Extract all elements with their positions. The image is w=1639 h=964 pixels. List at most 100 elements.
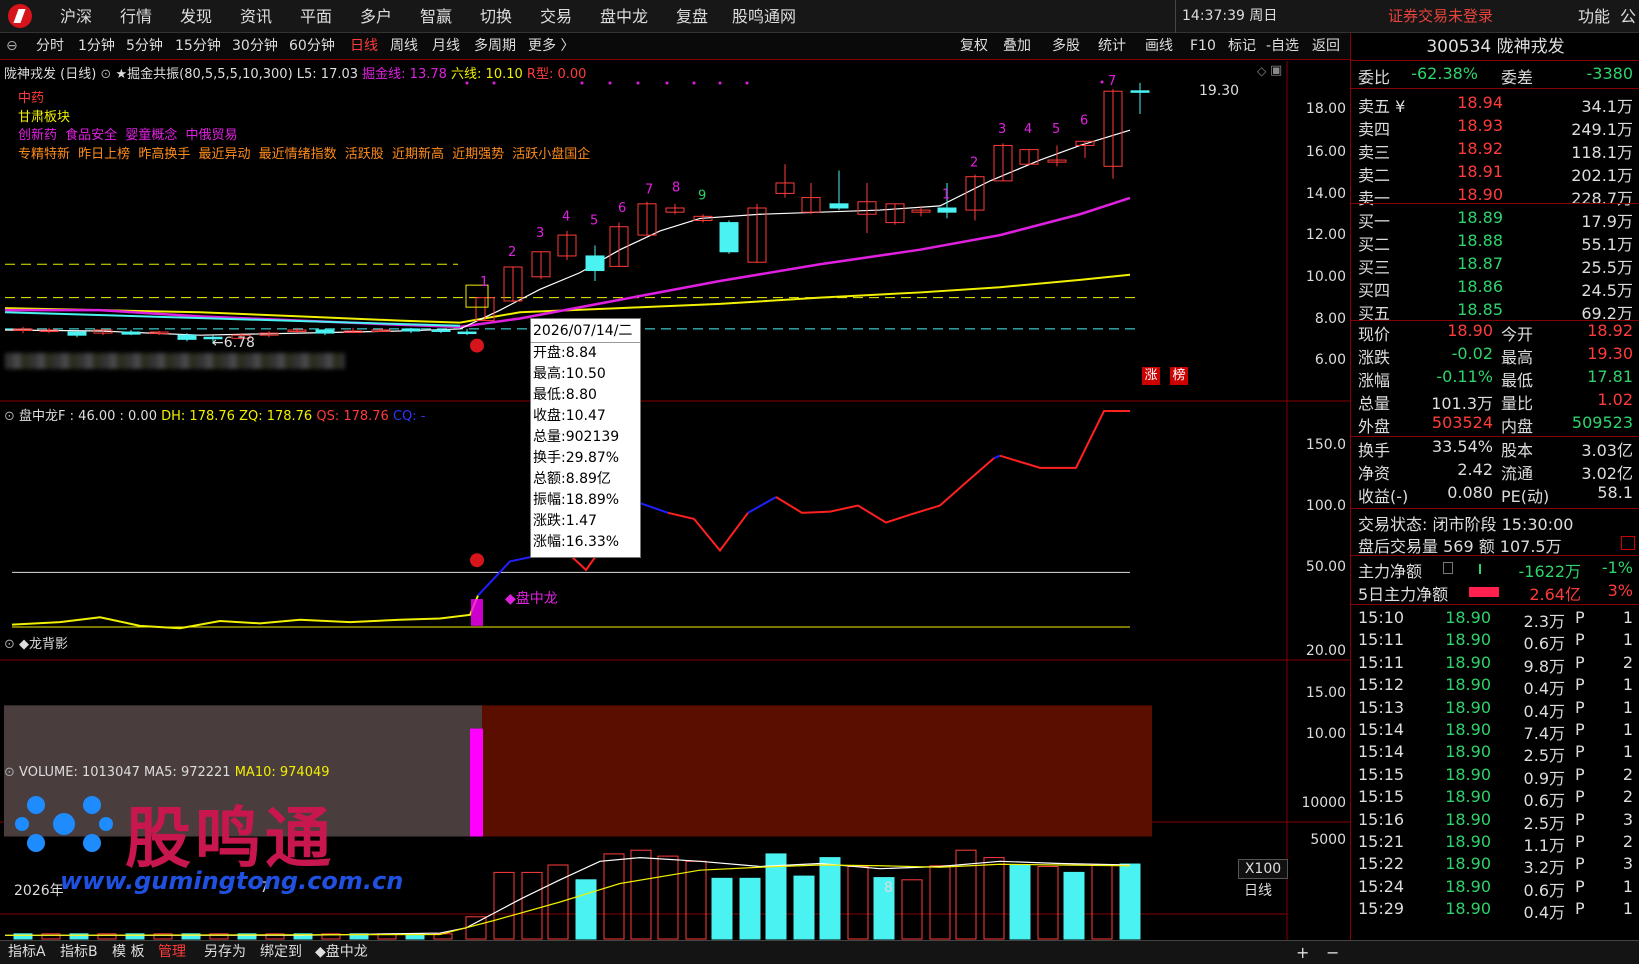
menu-zhiying[interactable]: 智赢 xyxy=(420,0,452,33)
sector-tag-2[interactable]: 甘肃板块 xyxy=(18,106,70,125)
chart-icon[interactable] xyxy=(1621,536,1635,550)
feature-tag[interactable]: 昨日上榜 xyxy=(78,147,130,162)
longbeiying-title[interactable]: ◆龙背影 xyxy=(19,637,68,652)
period-15min[interactable]: 15分钟 xyxy=(175,33,221,59)
menu-fupan[interactable]: 复盘 xyxy=(676,0,708,33)
settings-icon[interactable]: ⊙ xyxy=(100,67,111,82)
ask-row[interactable]: 卖一 18.90 228.7万 xyxy=(1351,185,1639,208)
bid-row[interactable]: 买四 18.86 24.5万 xyxy=(1351,277,1639,300)
tool-biaoji[interactable]: 标记 xyxy=(1228,33,1256,59)
ask-volume: 228.7万 xyxy=(1571,189,1633,208)
period-more[interactable]: 更多 〉 xyxy=(528,33,574,59)
tab-bangdingdao[interactable]: 绑定到 xyxy=(260,941,302,964)
func-menu[interactable]: 功能 xyxy=(1578,0,1610,33)
menu-duohu[interactable]: 多户 xyxy=(360,0,392,33)
candle[interactable] xyxy=(401,328,421,332)
gong-menu[interactable]: 公 xyxy=(1620,0,1636,33)
tab-moban[interactable]: 模 板 xyxy=(112,941,144,964)
zhang-badge[interactable]: 涨 xyxy=(1142,367,1160,385)
concept-tag[interactable]: 食品安全 xyxy=(65,128,117,143)
tab-panzhonglong[interactable]: ◆盘中龙 xyxy=(315,941,368,964)
diamond-icon[interactable]: ◇ xyxy=(1257,64,1266,78)
feature-tag[interactable]: 最近异动 xyxy=(198,147,250,162)
tool-zixuan[interactable]: -自选 xyxy=(1266,33,1299,59)
candle[interactable] xyxy=(937,207,957,213)
menu-zixun[interactable]: 资讯 xyxy=(240,0,272,33)
bid-row[interactable]: 买二 18.88 55.1万 xyxy=(1351,231,1639,254)
collapse-icon[interactable]: ⊖ xyxy=(6,33,18,59)
zoom-out-button[interactable]: − xyxy=(1326,941,1339,964)
sector-tag-1[interactable]: 中药 xyxy=(18,87,44,106)
candle[interactable] xyxy=(719,222,739,253)
menu-jiaoyi[interactable]: 交易 xyxy=(540,0,572,33)
login-status[interactable]: 证券交易未登录 xyxy=(1388,0,1493,33)
feature-tag[interactable]: 活跃小盘国企 xyxy=(512,147,590,162)
tool-duogu[interactable]: 多股 xyxy=(1052,33,1080,59)
tool-fuquan[interactable]: 复权 xyxy=(960,33,988,59)
chart-area[interactable]: 1 2 3 4 5 6 7 8 9 1 2 3 4 5 6 7 陇神戎发 (日线) ⊙ ★掘金共振(80,5,… xyxy=(0,61,1350,940)
candle[interactable] xyxy=(315,329,335,334)
period-multi[interactable]: 多周期 xyxy=(474,33,516,59)
zoom-in-button[interactable]: + xyxy=(1296,941,1309,964)
tool-tongji[interactable]: 统计 xyxy=(1098,33,1126,59)
bang-badge[interactable]: 榜 xyxy=(1170,367,1188,385)
tool-fanhui[interactable]: 返回 xyxy=(1312,33,1340,59)
feature-tag[interactable]: 近期强势 xyxy=(452,147,504,162)
period-30min[interactable]: 30分钟 xyxy=(232,33,278,59)
settings-icon[interactable]: ⊙ xyxy=(4,637,15,652)
candle[interactable] xyxy=(431,329,451,332)
candle[interactable] xyxy=(121,331,141,335)
menu-faxian[interactable]: 发现 xyxy=(180,0,212,33)
menu-hushen[interactable]: 沪深 xyxy=(60,0,92,33)
concept-tag[interactable]: 婴童概念 xyxy=(125,128,177,143)
menu-gumingtong[interactable]: 股鸣通网 xyxy=(732,0,796,33)
ask-row[interactable]: 卖四 18.93 249.1万 xyxy=(1351,116,1639,139)
candle[interactable] xyxy=(829,203,849,209)
menu-pingmian[interactable]: 平面 xyxy=(300,0,332,33)
feature-tag[interactable]: 昨高换手 xyxy=(138,147,190,162)
period-fenshi[interactable]: 分时 xyxy=(36,33,64,59)
concept-tag[interactable]: 中俄贸易 xyxy=(185,128,237,143)
tool-huaxian[interactable]: 画线 xyxy=(1145,33,1173,59)
settings-icon[interactable]: ⊙ xyxy=(4,765,15,780)
candle[interactable] xyxy=(177,334,197,340)
bid-row[interactable]: 买三 18.87 25.5万 xyxy=(1351,254,1639,277)
settings-icon[interactable]: ⊙ xyxy=(4,409,15,424)
bid-row[interactable]: 买一 18.89 17.9万 xyxy=(1351,208,1639,231)
tab-zhibiao-b[interactable]: 指标B xyxy=(60,941,98,964)
period-60min[interactable]: 60分钟 xyxy=(289,33,335,59)
count-label: 5 xyxy=(590,214,598,229)
ask-row[interactable]: 卖二 18.91 202.1万 xyxy=(1351,162,1639,185)
ask-row[interactable]: 卖五 ¥ 18.94 34.1万 xyxy=(1351,93,1639,116)
tab-guanli[interactable]: 管理 xyxy=(158,941,186,964)
period-daily[interactable]: 日线 xyxy=(350,33,378,59)
window-icon[interactable]: ▣ xyxy=(1270,63,1282,78)
stock-code-name[interactable]: 300534 陇神戎发 xyxy=(1351,33,1639,61)
indicator-name[interactable]: ★掘金共振(80,5,5,5,10,300) xyxy=(115,67,292,82)
menu-panzhonglong[interactable]: 盘中龙 xyxy=(600,0,648,33)
tool-f10[interactable]: F10 xyxy=(1190,33,1216,59)
candle[interactable] xyxy=(1130,90,1150,93)
info-icon[interactable] xyxy=(1443,562,1453,574)
period-5min[interactable]: 5分钟 xyxy=(126,33,163,59)
volume-value[interactable]: VOLUME: 1013047 xyxy=(19,765,140,780)
menu-hangqing[interactable]: 行情 xyxy=(120,0,152,33)
feature-tag[interactable]: 专精特新 xyxy=(18,147,70,162)
tab-zhibiao-a[interactable]: 指标A xyxy=(8,941,46,964)
feature-tag[interactable]: 近期新高 xyxy=(392,147,444,162)
panzhonglong-title[interactable]: 盘中龙F : 46.00 : 0.00 xyxy=(19,409,157,424)
feature-tag[interactable]: 活跃股 xyxy=(345,147,384,162)
feature-tag[interactable]: 最近情绪指数 xyxy=(259,147,337,162)
concept-tag[interactable]: 创新药 xyxy=(18,128,57,143)
candle[interactable] xyxy=(67,331,87,336)
tab-lingcunwei[interactable]: 另存为 xyxy=(204,941,246,964)
period-weekly[interactable]: 周线 xyxy=(390,33,418,59)
ask-row[interactable]: 卖三 18.92 118.1万 xyxy=(1351,139,1639,162)
app-logo-icon[interactable] xyxy=(8,4,32,28)
period-monthly[interactable]: 月线 xyxy=(432,33,460,59)
period-1min[interactable]: 1分钟 xyxy=(78,33,115,59)
tool-diejia[interactable]: 叠加 xyxy=(1003,33,1031,59)
menu-qiehuan[interactable]: 切换 xyxy=(480,0,512,33)
candle[interactable] xyxy=(585,255,605,272)
candle[interactable] xyxy=(457,331,477,335)
